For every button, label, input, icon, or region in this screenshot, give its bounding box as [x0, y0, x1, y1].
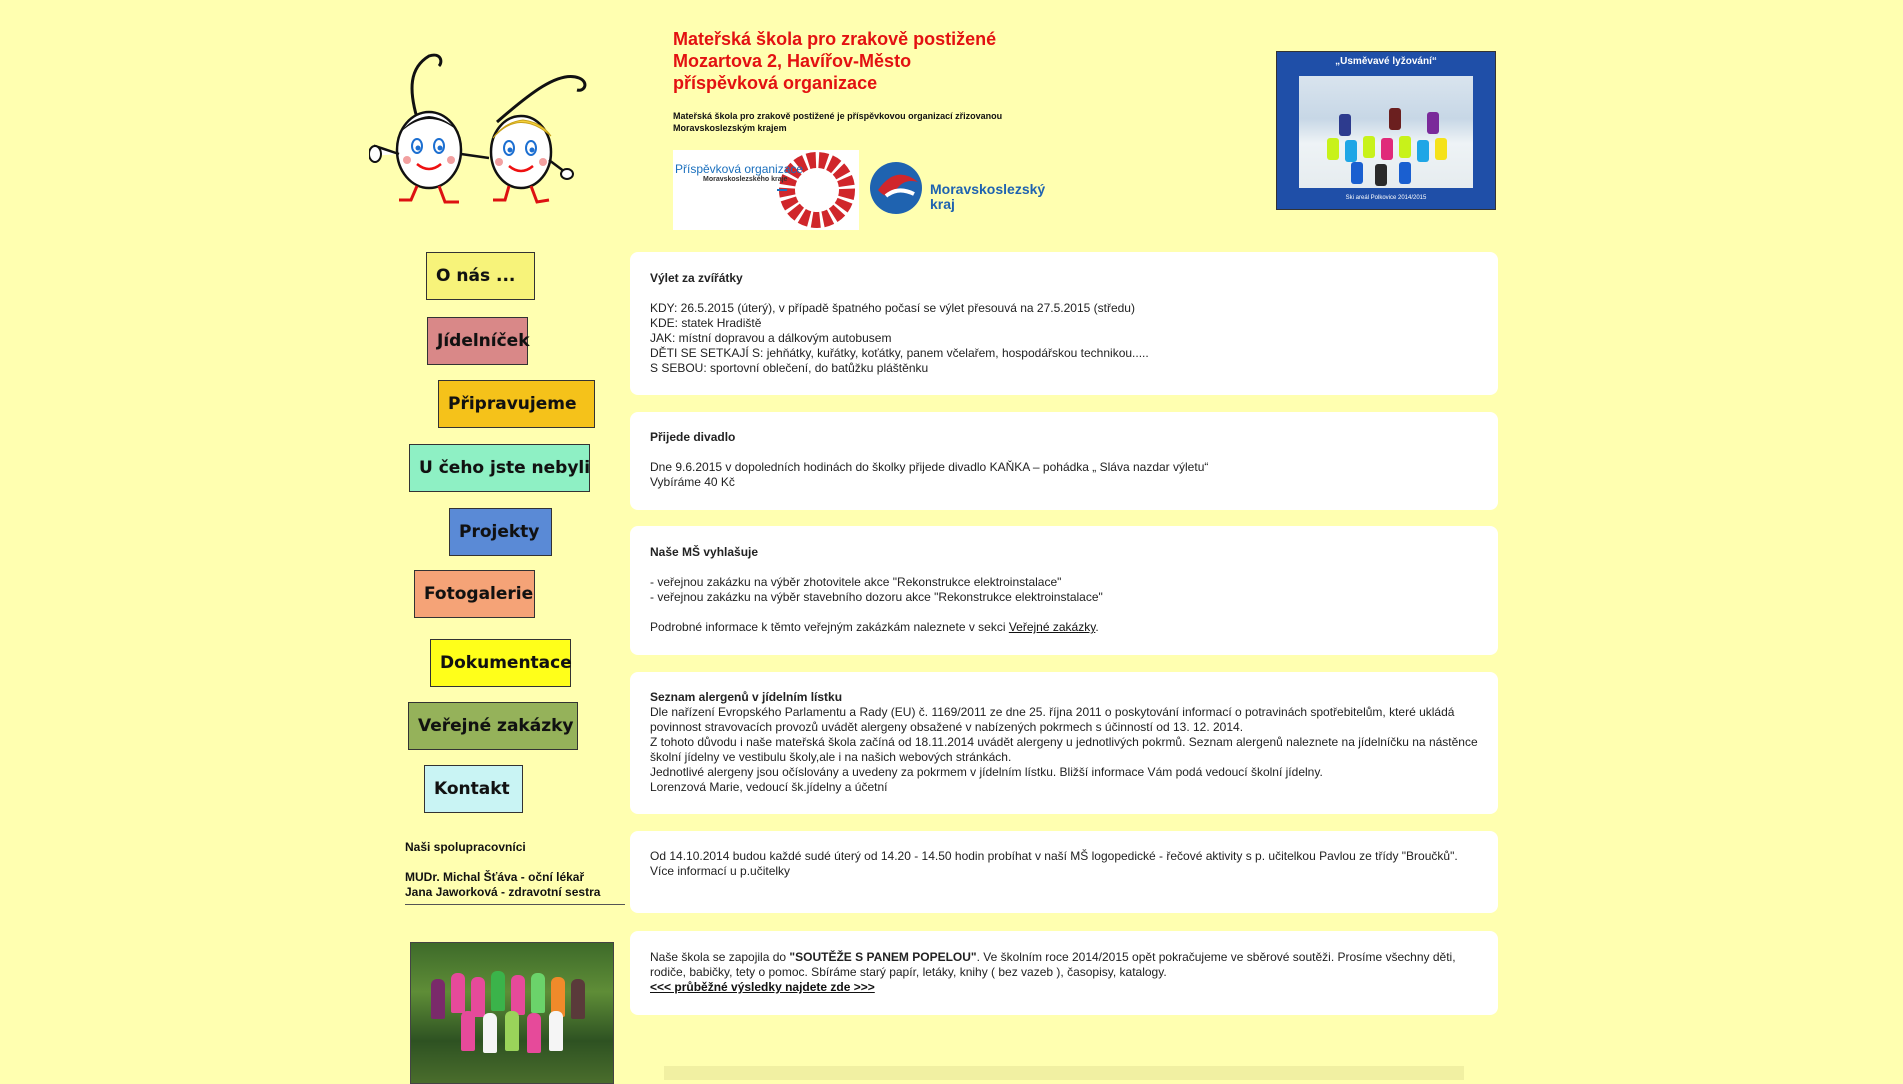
region-name-line2: kraj: [930, 196, 955, 212]
nav-jidelnicek[interactable]: Jídelníček: [427, 317, 530, 365]
news-title: Výlet za zvířátky: [650, 271, 743, 285]
news-line: Více informací u p.učitelky: [650, 864, 791, 878]
news-item-speech-therapy: Od 14.10.2014 budou každé sudé úterý od …: [630, 831, 1498, 913]
news-line: DĚTI SE SETKAJÍ S: jehňátky, kuřátky, ko…: [650, 346, 1149, 360]
ski-photo-caption: Ski areál Polkovice 2014/2015: [1345, 195, 1427, 201]
news-line: Od 14.10.2014 budou každé sudé úterý od …: [650, 849, 1458, 863]
news-item-tender: Naše MŠ vyhlašuje - veřejnou zakázku na …: [630, 526, 1498, 655]
news-item-recycling-contest: Naše škola se zapojila do "SOUTĚŽE S PAN…: [630, 931, 1498, 1015]
partner-item: Jana Jaworková - zdravotní sestra: [405, 885, 601, 899]
badge-org-title: Příspěvková organizace: [675, 162, 804, 176]
nav-projekty[interactable]: Projekty: [449, 508, 552, 556]
news-line: Vybíráme 40 Kč: [650, 475, 735, 489]
news-line: S SEBOU: sportovní oblečení, do batůžku …: [650, 361, 929, 375]
news-info-suffix: .: [1095, 620, 1099, 634]
news-line: - veřejnou zakázku na výběr stavebního d…: [650, 590, 1103, 604]
school-logo: [368, 50, 625, 208]
nav-u-ceho-jste-nebyli[interactable]: U čeho jste nebyli: [409, 444, 590, 492]
school-type-line: příspěvková organizace: [673, 73, 878, 93]
staff-group-photo: [410, 942, 614, 1084]
nav-kontakt[interactable]: Kontakt: [424, 765, 523, 813]
news-item-allergens: Seznam alergenů v jídelním lístku Dle na…: [630, 672, 1498, 814]
partners-heading: Naši spolupracovníci: [405, 840, 526, 854]
contest-name: "SOUTĚŽE S PANEM POPELOU": [789, 950, 977, 964]
school-name: Mateřská škola pro zrakově postižené Moz…: [673, 28, 1033, 94]
nav-pripravujeme[interactable]: Připravujeme: [438, 380, 595, 428]
school-name-line: Mateřská škola pro zrakově postižené: [673, 29, 997, 49]
news-line: JAK: místní dopravou a dálkovým autobuse…: [650, 331, 892, 345]
ski-course-photo[interactable]: „Usměvavé lyžování“ Ski areál Polkovice …: [1276, 51, 1496, 210]
region-logo[interactable]: Moravskoslezský kraj: [868, 156, 1058, 218]
partner-item: MUDr. Michal Šťáva - oční lékař: [405, 870, 585, 884]
news-info: Podrobné informace k těmto veřejným zaká…: [650, 620, 1478, 635]
nav-dokumentace[interactable]: Dokumentace: [430, 639, 572, 687]
news-item-theatre: Přijede divadlo Dne 9.6.2015 v dopolední…: [630, 412, 1498, 510]
ski-photo-image: [1299, 76, 1473, 188]
news-title: Seznam alergenů v jídelním lístku: [650, 690, 843, 704]
nav-label: U čeho jste nebyli: [419, 458, 591, 478]
school-description: Mateřská škola pro zrakově postižené je …: [673, 111, 1003, 133]
ski-photo-title: „Usměvavé lyžování“: [1335, 56, 1437, 67]
nav-label: Připravujeme: [448, 394, 577, 414]
nav-label: O nás ...: [436, 266, 516, 286]
nav-label: Projekty: [459, 522, 540, 542]
badge-org-subtitle: Moravskoslezského kraje: [703, 176, 788, 183]
nav-label: Dokumentace: [440, 653, 572, 673]
news-line: Jednotlivé alergeny jsou očíslovány a uv…: [650, 765, 1323, 779]
contribution-org-badge[interactable]: Příspěvková organizace Moravskoslezského…: [673, 150, 859, 230]
nav-verejne-zakazky[interactable]: Veřejné zakázky: [408, 702, 578, 750]
news-line: Dne 9.6.2015 v dopoledních hodinách do š…: [650, 460, 1209, 474]
nav-o-nas[interactable]: O nás ...: [426, 252, 535, 300]
contest-results-link[interactable]: <<< průběžné výsledky najdete zde >>>: [650, 980, 875, 994]
news-title: Naše MŠ vyhlašuje: [650, 545, 759, 559]
news-text-before: Naše škola se zapojila do: [650, 950, 790, 964]
school-address-line: Mozartova 2, Havířov-Město: [673, 51, 912, 71]
table-header-strip: [664, 1066, 1464, 1080]
news-info-text: Podrobné informace k těmto veřejným zaká…: [650, 620, 1009, 634]
news-line: Z tohoto důvodu i naše mateřská škola za…: [650, 735, 1478, 764]
news-item-trip: Výlet za zvířátky KDY: 26.5.2015 (úterý)…: [630, 252, 1498, 395]
partners-list: MUDr. Michal Šťáva - oční lékař Jana Jaw…: [405, 870, 625, 905]
public-tenders-link[interactable]: Veřejné zakázky: [1009, 620, 1096, 634]
news-title: Přijede divadlo: [650, 430, 736, 444]
nav-fotogalerie[interactable]: Fotogalerie: [414, 570, 535, 618]
news-line: KDE: statek Hradiště: [650, 316, 762, 330]
news-line: - veřejnou zakázku na výběr zhotovitele …: [650, 575, 1062, 589]
nav-label: Kontakt: [434, 779, 510, 799]
nav-label: Fotogalerie: [424, 584, 534, 604]
nav-label: Veřejné zakázky: [418, 716, 574, 736]
region-emblem-icon: [870, 162, 922, 214]
region-name-line1: Moravskoslezský: [930, 181, 1046, 197]
region-name: Moravskoslezský kraj: [930, 182, 1050, 212]
news-line: Lorenzová Marie, vedoucí šk.jídelny a úč…: [650, 780, 888, 794]
news-text: Naše škola se zapojila do "SOUTĚŽE S PAN…: [650, 950, 1478, 980]
nav-label: Jídelníček: [437, 331, 530, 351]
news-line: KDY: 26.5.2015 (úterý), v případě špatné…: [650, 301, 1135, 315]
news-line: Dle nařízení Evropského Parlamentu a Rad…: [650, 705, 1455, 734]
